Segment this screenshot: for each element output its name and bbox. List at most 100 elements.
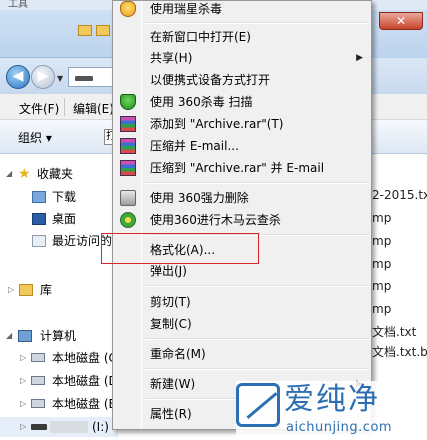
nav-library[interactable]: ▷ 库	[0, 280, 118, 300]
context-menu: 使用瑞星杀毒 在新窗口中打开(E) 共享(H) ▶ 以便携式设备方式打开 使用 …	[112, 0, 372, 430]
rar-icon	[120, 116, 136, 132]
nav-disk-d[interactable]: ▷ 本地磁盘 (D	[0, 371, 118, 391]
menu-item-cut[interactable]: 剪切(T)	[113, 291, 371, 313]
menu-item-label: 添加到 "Archive.rar"(T)	[150, 117, 284, 131]
watermark: 爱纯净 aichunjing.com	[236, 381, 427, 440]
menu-item-label: 使用瑞星杀毒	[150, 2, 223, 16]
menu-separator	[145, 22, 369, 24]
menu-item-360-trojan-scan[interactable]: 使用360进行木马云查杀	[113, 209, 371, 231]
menu-item-label: 新建(W)	[150, 377, 196, 391]
nav-label: 下载	[52, 190, 77, 204]
library-icon	[19, 284, 33, 296]
collapse-arrow-icon[interactable]: ◢	[6, 326, 12, 346]
rising-icon	[120, 1, 136, 17]
nav-desktop[interactable]: 桌面	[0, 209, 118, 229]
nav-label: 本地磁盘 (C	[52, 351, 117, 365]
menu-edit[interactable]: 编辑(E)	[73, 100, 114, 117]
nav-downloads[interactable]: 下载	[0, 187, 118, 207]
menu-item-360-scan[interactable]: 使用 360杀毒 扫描	[113, 91, 371, 113]
watermark-title: 爱纯净	[284, 382, 380, 417]
menu-item-label: 重命名(M)	[150, 347, 206, 361]
format-highlight-box	[101, 233, 259, 264]
close-button[interactable]: ✕	[379, 12, 423, 30]
nav-label: 计算机	[40, 329, 77, 343]
desktop-icon	[32, 213, 46, 225]
menu-item-share[interactable]: 共享(H) ▶	[113, 47, 371, 69]
menu-item-label: 共享(H)	[150, 51, 193, 65]
watermark-logo-icon	[236, 383, 280, 427]
file-item[interactable]: 文档.txt.ba	[371, 342, 427, 362]
drive-icon	[75, 76, 93, 81]
menu-item-label: 使用360进行木马云查杀	[150, 213, 281, 227]
menu-item-label: 使用 360杀毒 扫描	[150, 95, 253, 109]
file-item[interactable]: mp	[371, 254, 427, 274]
system-disk-icon	[31, 353, 45, 362]
shield-icon	[120, 94, 136, 110]
menu-separator	[145, 182, 369, 184]
back-button[interactable]: ◀	[6, 65, 30, 89]
file-item[interactable]: mp	[371, 276, 427, 296]
computer-icon	[18, 330, 32, 342]
nav-computer[interactable]: ◢ 计算机	[0, 326, 118, 346]
usb-drive-icon	[31, 424, 47, 430]
organize-button[interactable]: 组织 ▾	[18, 129, 52, 146]
menu-separator	[64, 98, 65, 116]
menu-item-open-new-window[interactable]: 在新窗口中打开(E)	[113, 26, 371, 48]
file-item[interactable]: mp	[371, 299, 427, 319]
menu-item-label: 压缩并 E-mail...	[150, 139, 239, 153]
expand-arrow-icon[interactable]: ▷	[8, 280, 14, 300]
expand-arrow-icon[interactable]: ▷	[20, 371, 26, 391]
nav-label: 桌面	[52, 212, 77, 226]
star-icon: ★	[18, 166, 31, 182]
trojan-scan-icon	[120, 212, 136, 228]
nav-disk-c[interactable]: ▷ 本地磁盘 (C	[0, 348, 118, 368]
menu-item-label: 剪切(T)	[150, 295, 191, 309]
menu-item-label: 复制(C)	[150, 317, 192, 331]
nav-label: 本地磁盘 (D	[52, 374, 118, 388]
expand-arrow-icon[interactable]: ▷	[20, 417, 26, 437]
menu-item-copy[interactable]: 复制(C)	[113, 313, 371, 335]
menu-item-compress-rar-email[interactable]: 压缩到 "Archive.rar" 并 E-mail	[113, 157, 371, 179]
expand-arrow-icon[interactable]: ▷	[20, 394, 26, 414]
menu-item-360-force-delete[interactable]: 使用 360强力删除	[113, 187, 371, 209]
menu-separator	[145, 338, 369, 340]
folder-icon	[78, 25, 92, 36]
menu-item-label: 使用 360强力删除	[150, 191, 249, 205]
file-item[interactable]: 2-2015.txt	[371, 185, 427, 205]
downloads-icon	[32, 191, 46, 203]
nav-label: 库	[40, 283, 53, 297]
navigation-pane: ◢ ★ 收藏夹 下载 桌面 最近访问的位 ▷ 库 ◢ 计算机 ▷ 本地磁盘 (C…	[0, 155, 118, 440]
blurred-drive-name	[50, 421, 88, 433]
nav-favorites[interactable]: ◢ ★ 收藏夹	[0, 164, 118, 184]
file-item[interactable]: mp	[371, 208, 427, 228]
nav-label: (I:)	[92, 420, 109, 434]
menu-separator	[145, 285, 369, 287]
menu-item-add-archive[interactable]: 添加到 "Archive.rar"(T)	[113, 113, 371, 135]
forward-button[interactable]: ▶	[31, 65, 55, 89]
collapse-arrow-icon[interactable]: ◢	[6, 164, 12, 184]
rar-icon	[120, 160, 136, 176]
menu-item-label: 属性(R)	[150, 407, 192, 421]
menu-separator	[145, 368, 369, 370]
logo-slash	[246, 392, 278, 419]
recent-places-icon	[32, 235, 46, 247]
nav-disk-e[interactable]: ▷ 本地磁盘 (E	[0, 394, 118, 414]
expand-arrow-icon[interactable]: ▷	[20, 348, 26, 368]
menu-item-label: 在新窗口中打开(E)	[150, 30, 251, 44]
watermark-url: aichunjing.com	[286, 420, 393, 435]
menu-item-rising-scan[interactable]: 使用瑞星杀毒	[113, 0, 371, 20]
file-item[interactable]: mp	[371, 231, 427, 251]
nav-label: 本地磁盘 (E	[52, 397, 117, 411]
window-controls: ✕	[371, 10, 427, 58]
menu-item-rename[interactable]: 重命名(M)	[113, 343, 371, 365]
nav-removable-disk[interactable]: ▷ (I:)	[0, 417, 118, 437]
shredder-icon	[120, 190, 136, 206]
menu-item-compress-email[interactable]: 压缩并 E-mail...	[113, 135, 371, 157]
menu-item-label: 以便携式设备方式打开	[150, 73, 271, 87]
history-dropdown-icon[interactable]: ▼	[57, 74, 63, 83]
menu-file[interactable]: 文件(F)	[19, 100, 59, 117]
nav-label: 收藏夹	[37, 167, 74, 181]
menu-item-open-portable[interactable]: 以便携式设备方式打开	[113, 69, 371, 91]
file-item[interactable]: 文档.txt	[371, 322, 427, 342]
hard-disk-icon	[31, 376, 45, 385]
